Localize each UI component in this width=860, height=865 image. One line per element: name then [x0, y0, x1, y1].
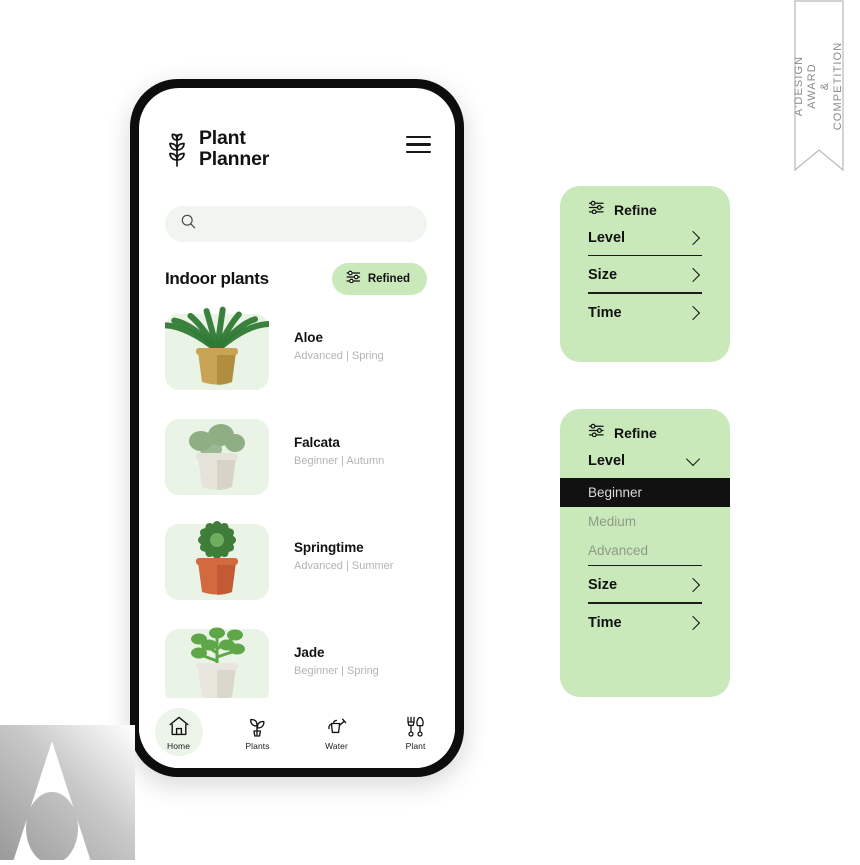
refine-card-header: Refine: [560, 186, 730, 219]
filter-sliders-icon: [346, 270, 361, 288]
refine-row-level[interactable]: Level: [588, 442, 702, 478]
refine-card-title: Refine: [614, 201, 657, 218]
plant-photo: [189, 424, 245, 490]
app-header: Plant Planner: [139, 88, 455, 170]
potted-plant-icon: [245, 713, 270, 739]
plant-list[interactable]: Aloe Advanced | Spring Falcata Beginner | …: [139, 300, 455, 703]
plant-list-item[interactable]: Springtime Advanced | Summer: [139, 510, 455, 615]
refine-row-time[interactable]: Time: [588, 604, 702, 640]
filter-sliders-icon: [588, 423, 605, 442]
plant-list-item[interactable]: Aloe Advanced | Spring: [139, 300, 455, 405]
nav-item-plants[interactable]: Plants: [218, 706, 297, 758]
refine-row-time[interactable]: Time: [588, 294, 702, 330]
plant-list-item[interactable]: Jade Beginner | Spring: [139, 615, 455, 703]
chevron-right-icon: [685, 578, 701, 593]
refined-filter-button[interactable]: Refined: [331, 263, 427, 295]
plant-info: Springtime Advanced | Summer: [294, 540, 393, 572]
phone-screen: Plant Planner Indoor plants Refined Aloe…: [139, 88, 455, 768]
plant-name: Aloe: [294, 330, 323, 345]
level-options-list: Beginner Medium Advanced: [560, 478, 730, 565]
award-ribbon: A'DESIGN AWARD & COMPETITION: [793, 0, 844, 188]
bottom-navigation: Home Plants Water Plant: [139, 698, 455, 768]
search-icon: [181, 214, 196, 234]
refine-row-label: Size: [588, 267, 618, 284]
nav-item-label: Home: [166, 741, 191, 751]
refine-row-size[interactable]: Size: [588, 256, 702, 292]
chevron-down-icon: [685, 451, 701, 467]
plant-name: Falcata: [294, 435, 340, 450]
refine-row-label: Level: [588, 453, 626, 469]
refine-row-size[interactable]: Size: [588, 566, 702, 602]
nav-item-label: Plant: [405, 741, 426, 751]
plant-info: Falcata Beginner | Autumn: [294, 435, 384, 467]
plant-name: Jade: [294, 645, 325, 660]
plant-name: Springtime: [294, 540, 364, 555]
home-icon: [167, 713, 191, 739]
app-title: Plant Planner: [199, 127, 270, 170]
refine-row-label: Time: [588, 614, 622, 631]
section-header-row: Indoor plants Refined: [165, 263, 427, 295]
chevron-right-icon: [685, 305, 701, 320]
plant-meta: Advanced | Spring: [294, 350, 384, 362]
plant-info: Jade Beginner | Spring: [294, 645, 379, 677]
refine-row-label: Size: [588, 577, 618, 594]
plant-photo: [196, 521, 238, 595]
chevron-right-icon: [685, 230, 701, 246]
level-option-medium[interactable]: Medium: [560, 507, 730, 536]
hamburger-menu-icon[interactable]: [406, 136, 431, 154]
award-ribbon-text: A'DESIGN AWARD & COMPETITION: [793, 41, 844, 131]
nav-item-water[interactable]: Water: [297, 706, 376, 758]
refine-options-list: Level Size Time: [560, 219, 730, 330]
level-option-beginner[interactable]: Beginner: [560, 478, 730, 507]
plant-meta: Advanced | Summer: [294, 560, 394, 572]
refine-card-header: Refine: [560, 409, 730, 442]
a-design-award-watermark-logo: [0, 725, 135, 860]
phone-mockup: Plant Planner Indoor plants Refined Aloe…: [130, 79, 464, 777]
watering-can-icon: [324, 713, 349, 739]
search-input[interactable]: [205, 216, 411, 232]
plant-list-item[interactable]: Falcata Beginner | Autumn: [139, 405, 455, 510]
plant-meta: Beginner | Autumn: [294, 455, 385, 467]
nav-item-label: Water: [325, 741, 348, 751]
plant-photo: [165, 306, 269, 385]
plant-photo: [191, 627, 245, 700]
chevron-right-icon: [685, 615, 701, 630]
refine-row-level[interactable]: Level: [588, 219, 702, 255]
chevron-right-icon: [685, 268, 701, 283]
nav-item-home[interactable]: Home: [139, 706, 218, 758]
refine-options-list: Size Time: [560, 565, 730, 640]
refined-filter-label: Refined: [367, 273, 410, 285]
plant-meta: Beginner | Spring: [294, 665, 379, 677]
refine-card-title: Refine: [614, 424, 657, 441]
nav-item-plant[interactable]: Plant: [376, 706, 455, 758]
search-bar[interactable]: [165, 206, 427, 242]
app-brand: Plant Planner: [164, 128, 269, 170]
section-title: Indoor plants: [165, 269, 269, 288]
refine-row-label: Level: [588, 230, 626, 246]
refine-row-label: Time: [588, 304, 622, 321]
nav-item-label: Plants: [245, 741, 270, 751]
plant-info: Aloe Advanced | Spring: [294, 330, 384, 362]
refine-card-expanded: Refine Level Beginner Medium Advanced Size…: [560, 409, 730, 697]
refine-card-collapsed: Refine Level Size Time: [560, 186, 730, 362]
garden-tools-icon: [403, 713, 429, 739]
sprout-icon: [164, 130, 190, 168]
level-option-advanced[interactable]: Advanced: [560, 536, 730, 565]
filter-sliders-icon: [588, 200, 605, 219]
